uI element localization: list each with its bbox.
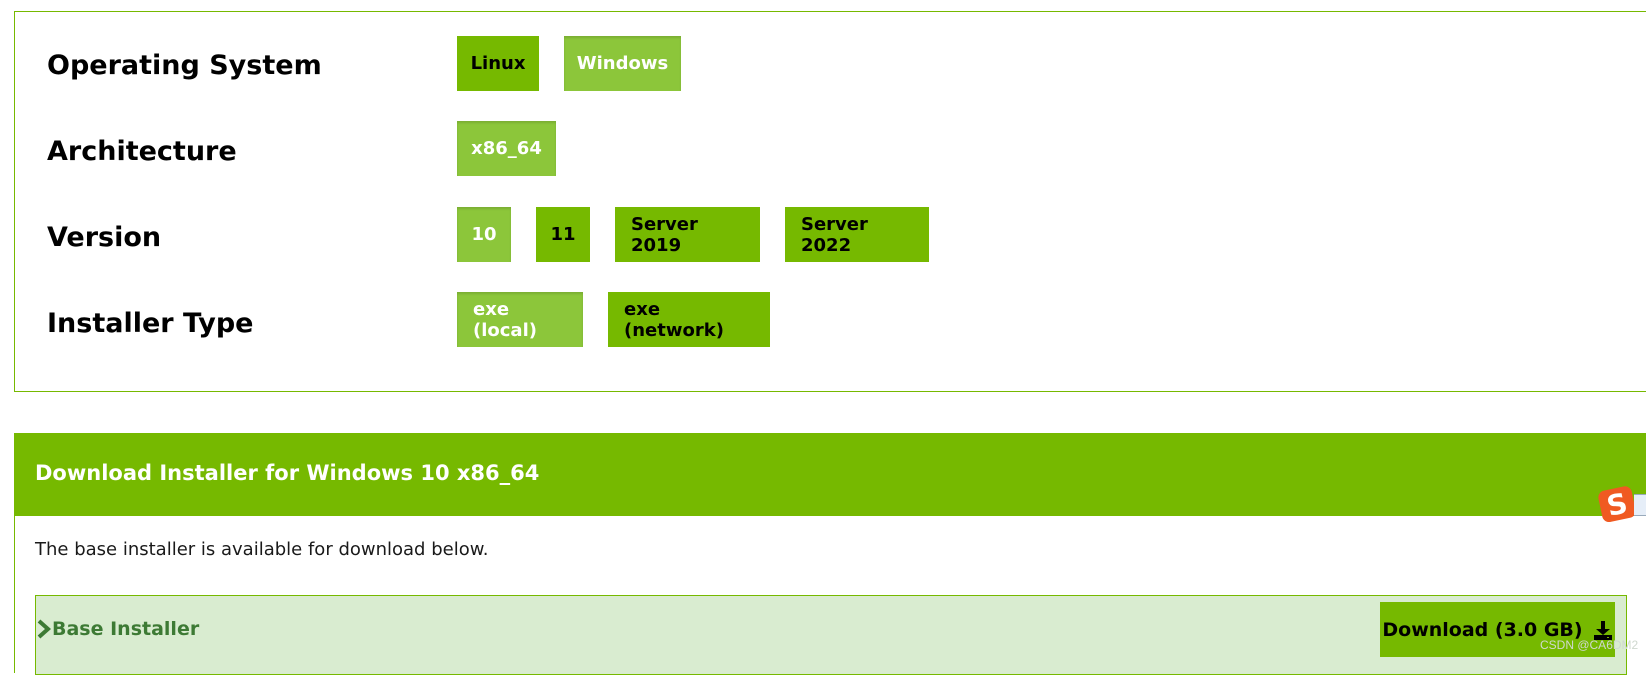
download-section: Download Installer for Windows 10 x86_64… — [14, 433, 1646, 675]
download-icon — [1593, 620, 1612, 640]
download-description: The base installer is available for down… — [35, 539, 489, 560]
watermark: CSDN @CA6DM2 — [1540, 638, 1639, 652]
arch-option-x86_64[interactable]: x86_64 — [457, 121, 556, 176]
download-header: Download Installer for Windows 10 x86_64 — [15, 433, 1646, 516]
installer-type-label: Installer Type — [47, 308, 254, 339]
os-option-windows[interactable]: Windows — [564, 36, 681, 91]
installer-option-exe-local[interactable]: exe (local) — [457, 292, 583, 347]
version-option-server-2019[interactable]: Server 2019 — [615, 207, 760, 262]
installer-option-exe-network[interactable]: exe (network) — [608, 292, 770, 347]
architecture-label: Architecture — [47, 136, 237, 167]
version-label: Version — [47, 222, 162, 253]
version-option-11[interactable]: 11 — [536, 207, 590, 262]
base-installer-label: Base Installer — [52, 618, 200, 640]
os-option-linux[interactable]: Linux — [457, 36, 539, 91]
base-installer-toggle[interactable]: Base Installer — [36, 618, 199, 640]
os-label: Operating System — [47, 50, 322, 81]
chevron-right-icon — [37, 619, 52, 639]
version-option-server-2022[interactable]: Server 2022 — [785, 207, 929, 262]
version-option-10[interactable]: 10 — [457, 207, 511, 262]
download-title: Download Installer for Windows 10 x86_64 — [35, 461, 540, 485]
ime-toolbar-edge — [1634, 494, 1646, 516]
base-installer-panel: Base Installer Download (3.0 GB) — [35, 595, 1627, 675]
sogou-ime-icon[interactable]: S — [1598, 486, 1638, 522]
